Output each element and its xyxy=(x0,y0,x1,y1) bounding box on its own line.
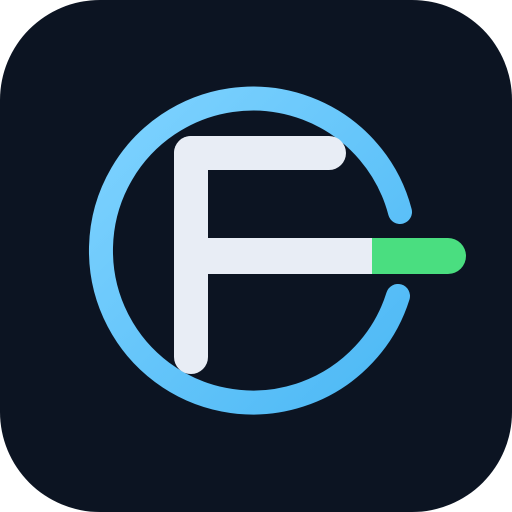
app-icon-tile xyxy=(0,0,512,512)
app-logo-icon xyxy=(0,0,512,512)
letter-f-top-bar xyxy=(174,136,346,170)
accent-bar-tip xyxy=(372,238,466,274)
letter-f-middle-bar xyxy=(174,238,390,274)
